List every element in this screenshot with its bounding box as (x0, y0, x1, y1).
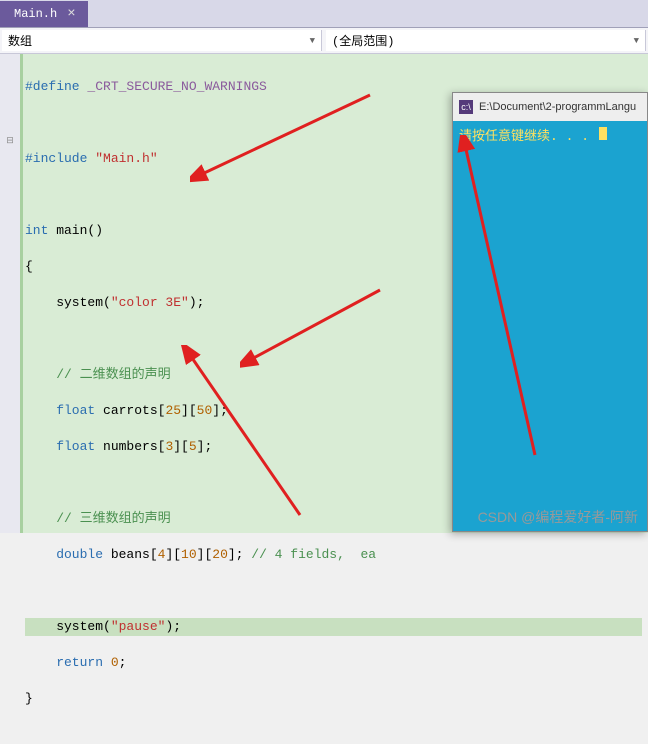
t: ][ (165, 547, 181, 562)
combo-text: (全局范围) (332, 32, 394, 49)
file-tab[interactable]: Main.h × (0, 1, 88, 27)
t: _CRT_SECURE_NO_WARNINGS (87, 79, 266, 94)
gutter: ⊟ (0, 54, 20, 533)
tab-filename: Main.h (14, 7, 57, 21)
chevron-down-icon: ▼ (634, 36, 639, 46)
t: } (25, 691, 33, 706)
t: ); (165, 619, 181, 634)
console-title-text: E:\Document\2-programmLangu (479, 101, 636, 113)
t: float (25, 439, 95, 454)
t: ]; (212, 403, 228, 418)
t: 0 (111, 655, 119, 670)
t: main() (48, 223, 103, 238)
t: numbers[ (95, 439, 165, 454)
t: ]; (228, 547, 251, 562)
t: ); (189, 295, 205, 310)
toolbar: 数组 ▼ (全局范围) ▼ (0, 28, 648, 54)
t: return (25, 655, 111, 670)
t: "pause" (111, 619, 166, 634)
t: 5 (189, 439, 197, 454)
t: "Main.h" (95, 151, 157, 166)
t: ]; (197, 439, 213, 454)
t: ; (119, 655, 127, 670)
t: 4 (158, 547, 166, 562)
t: ][ (181, 403, 197, 418)
t: // 4 fields, ea (251, 547, 376, 562)
t: 10 (181, 547, 197, 562)
combo-text: 数组 (8, 32, 32, 49)
t: double (25, 547, 103, 562)
console-body[interactable]: 请按任意键继续. . . (453, 121, 647, 531)
t: int (25, 223, 48, 238)
t: #define (25, 79, 87, 94)
scope-combo-right[interactable]: (全局范围) ▼ (326, 30, 646, 51)
t: #include (25, 151, 95, 166)
scope-combo-left[interactable]: 数组 ▼ (2, 30, 322, 51)
console-message: 请按任意键继续. . . (459, 129, 597, 144)
console-titlebar[interactable]: c:\ E:\Document\2-programmLangu (453, 93, 647, 121)
t: float (25, 403, 95, 418)
t: 25 (165, 403, 181, 418)
collapse-icon[interactable]: ⊟ (0, 132, 20, 150)
t: system( (25, 619, 111, 634)
t: ][ (197, 547, 213, 562)
t: 50 (197, 403, 213, 418)
cursor (599, 127, 607, 140)
t: carrots[ (95, 403, 165, 418)
t: 20 (212, 547, 228, 562)
t: ][ (173, 439, 189, 454)
close-icon[interactable]: × (67, 6, 75, 22)
console-icon: c:\ (459, 100, 473, 114)
t: beans[ (103, 547, 158, 562)
tab-bar: Main.h × (0, 0, 648, 28)
t: // 二维数组的声明 (25, 367, 171, 382)
console-window[interactable]: c:\ E:\Document\2-programmLangu 请按任意键继续.… (452, 92, 648, 532)
chevron-down-icon: ▼ (310, 36, 315, 46)
t: // 三维数组的声明 (25, 511, 171, 526)
t: { (25, 259, 33, 274)
t: "color 3E" (111, 295, 189, 310)
t: system( (25, 295, 111, 310)
